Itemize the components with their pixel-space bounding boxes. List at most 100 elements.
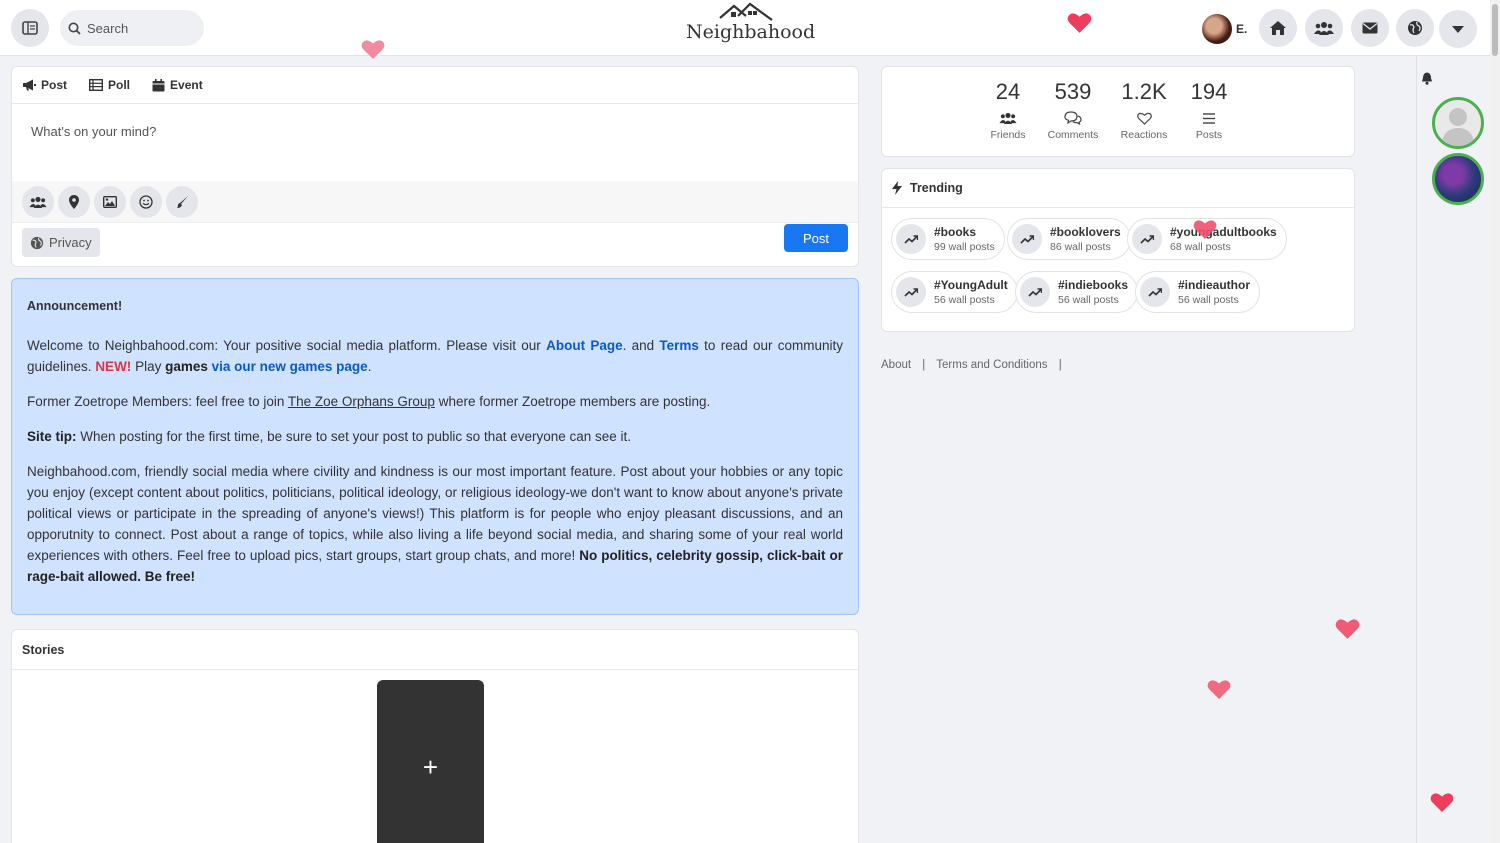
add-photo-button[interactable] — [94, 185, 126, 218]
logo-text: Neighbahood — [686, 21, 816, 43]
tab-poll[interactable]: Poll — [89, 78, 130, 92]
calendar-icon — [152, 78, 165, 91]
add-story-button[interactable]: + — [377, 680, 484, 843]
stat-posts[interactable]: 194 Posts — [1174, 79, 1244, 141]
announcement-title: Announcement! — [27, 299, 123, 313]
trending-tag-chip[interactable]: #booklovers 86 wall posts — [1007, 218, 1131, 260]
zoe-orphans-group-link[interactable]: The Zoe Orphans Group — [288, 394, 435, 409]
stat-label: Posts — [1195, 129, 1223, 141]
about-page-link[interactable]: About Page — [546, 338, 623, 353]
add-drawing-button[interactable] — [166, 185, 198, 218]
trending-count: 56 wall posts — [1178, 294, 1239, 306]
tab-event[interactable]: Event — [152, 78, 203, 92]
post-type-tabs: Post Poll Event — [12, 67, 858, 104]
trending-count: 56 wall posts — [1058, 294, 1119, 306]
trending-tag: #booklovers — [1050, 225, 1121, 239]
announcement-text: Former Zoetrope Members: feel free to jo… — [27, 394, 288, 409]
stories-title: Stories — [12, 630, 858, 670]
privacy-label: Privacy — [49, 235, 92, 250]
explore-button[interactable] — [1396, 9, 1434, 47]
user-profile-link[interactable]: E. — [1202, 14, 1247, 44]
floating-heart-icon — [361, 40, 385, 59]
trend-up-icon — [1148, 287, 1162, 297]
trending-tag-chip[interactable]: #indieauthor 56 wall posts — [1135, 271, 1261, 313]
bell-icon[interactable] — [1421, 72, 1433, 85]
stat-friends[interactable]: 24 Friends — [973, 79, 1043, 141]
announcement-welcome: Welcome to Neighbahood.com: Your positiv… — [27, 335, 843, 377]
trending-count: 56 wall posts — [934, 294, 995, 306]
footer-separator: | — [1058, 359, 1062, 371]
tab-post[interactable]: Post — [22, 78, 67, 92]
add-location-button[interactable] — [58, 185, 90, 218]
search-box[interactable] — [60, 10, 204, 46]
footer-terms-link[interactable]: Terms and Conditions — [936, 359, 1047, 371]
privacy-selector[interactable]: Privacy — [22, 228, 100, 257]
announcement-text: When posting for the first time, be sure… — [76, 429, 632, 444]
floating-heart-icon — [1335, 619, 1360, 639]
poll-icon — [89, 79, 104, 91]
games-page-link[interactable]: via our new games page — [212, 359, 368, 374]
trending-count: 68 wall posts — [1170, 241, 1231, 253]
site-tip-label: Site tip: — [27, 429, 77, 444]
globe-icon — [1408, 21, 1422, 35]
user-name: E. — [1236, 22, 1248, 36]
post-text-input[interactable] — [12, 104, 858, 176]
trending-header: Trending — [882, 169, 1354, 208]
friends-icon — [999, 112, 1017, 124]
contact-avatar[interactable] — [1432, 97, 1484, 149]
announcement-zoetrope: Former Zoetrope Members: feel free to jo… — [27, 391, 843, 412]
post-composer: Post Poll Event Privacy Post — [11, 66, 859, 267]
stat-value: 194 — [1190, 79, 1228, 104]
footer-about-link[interactable]: About — [881, 359, 911, 371]
announcement-text: . and — [622, 338, 660, 353]
caret-down-icon — [1452, 25, 1464, 33]
trend-up-icon — [1020, 234, 1034, 244]
trend-up-icon — [1028, 287, 1042, 297]
trending-tag-chip[interactable]: #YoungAdult 56 wall posts — [891, 271, 1018, 313]
messages-button[interactable] — [1351, 9, 1389, 47]
trending-tag-chip[interactable]: #indiebooks 56 wall posts — [1015, 271, 1139, 313]
default-user-icon — [1441, 108, 1475, 146]
search-input[interactable] — [87, 20, 197, 36]
trending-tag: #indieauthor — [1178, 278, 1251, 292]
contacts-rail — [1416, 56, 1490, 843]
trending-tag: #youngadultbooks — [1170, 225, 1277, 239]
tab-post-label: Post — [41, 78, 68, 92]
terms-link[interactable]: Terms — [659, 338, 699, 353]
home-button[interactable] — [1259, 9, 1297, 47]
trending-count: 86 wall posts — [1050, 241, 1111, 253]
trend-up-icon — [904, 234, 918, 244]
top-bar: Neighbahood E. — [0, 0, 1490, 56]
trend-up-icon — [904, 287, 918, 297]
site-logo[interactable]: Neighbahood — [686, 2, 816, 52]
announcement-box: Announcement! Welcome to Neighbahood.com… — [11, 278, 859, 615]
stat-comments[interactable]: 539 Comments — [1038, 79, 1108, 141]
account-dropdown-button[interactable] — [1439, 10, 1477, 48]
scrollbar-thumb[interactable] — [1492, 4, 1498, 56]
contact-avatar[interactable] — [1432, 153, 1484, 205]
submit-post-button[interactable]: Post — [784, 224, 848, 252]
stat-reactions[interactable]: 1.2K Reactions — [1109, 79, 1179, 141]
friends-icon — [29, 196, 47, 208]
announcement-text: Welcome to Neighbahood.com: Your positiv… — [27, 338, 547, 353]
trending-title: Trending — [910, 181, 963, 195]
floating-heart-icon — [1067, 13, 1092, 33]
page-scrollbar[interactable] — [1490, 0, 1500, 843]
new-badge: NEW! — [95, 359, 132, 374]
composer-tools — [12, 181, 858, 223]
tag-friends-button[interactable] — [22, 185, 54, 218]
image-icon — [103, 195, 117, 208]
add-feeling-button[interactable] — [130, 185, 162, 218]
sidebar-icon — [22, 21, 38, 35]
floating-heart-icon — [1430, 793, 1454, 812]
heart-outline-icon — [1136, 112, 1152, 125]
announcement-site-tip: Site tip: When posting for the first tim… — [27, 426, 843, 447]
map-pin-icon — [69, 194, 79, 209]
friends-button[interactable] — [1305, 9, 1343, 47]
stat-value: 24 — [995, 79, 1021, 104]
games-text: games — [165, 359, 208, 374]
menu-toggle-button[interactable] — [11, 9, 49, 47]
stat-value: 539 — [1054, 79, 1092, 104]
trending-tag-chip[interactable]: #books 99 wall posts — [891, 218, 1005, 260]
globe-icon — [30, 236, 44, 249]
